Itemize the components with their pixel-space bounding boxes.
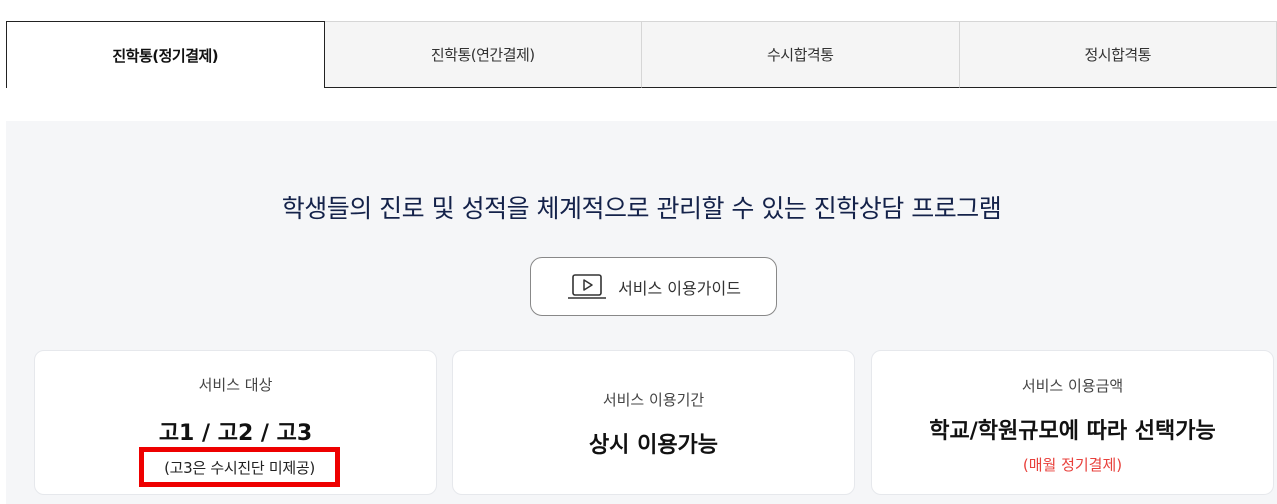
tab-annual-payment[interactable]: 진학통(연간결제) (324, 21, 642, 88)
grade3-note-highlight: (고3은 수시진단 미제공) (139, 447, 340, 487)
service-guide-label: 서비스 이용가이드 (618, 278, 741, 298)
service-period-label: 서비스 이용기간 (602, 391, 705, 409)
service-price-value: 학교/학원규모에 따라 선택가능 (929, 419, 1216, 444)
service-panel: 학생들의 진로 및 성적을 체계적으로 관리할 수 있는 진학상담 프로그램 서… (6, 121, 1277, 504)
service-price-card: 서비스 이용금액 학교/학원규모에 따라 선택가능 (매월 정기결제) (871, 350, 1274, 495)
service-target-value: 고1 / 고2 / 고3 (158, 421, 313, 446)
tab-susi-pass[interactable]: 수시합격통 (642, 21, 960, 88)
page-headline: 학생들의 진로 및 성적을 체계적으로 관리할 수 있는 진학상담 프로그램 (281, 194, 1002, 223)
tab-monthly-payment[interactable]: 진학통(정기결제) (6, 21, 325, 88)
service-price-label: 서비스 이용금액 (1021, 377, 1124, 395)
service-period-value: 상시 이용가능 (588, 433, 719, 458)
tab-bar: 진학통(정기결제) 진학통(연간결제) 수시합격통 정시합격통 (6, 21, 1277, 88)
monthly-payment-note: (매월 정기결제) (1022, 456, 1123, 474)
tab-jeongsi-pass[interactable]: 정시합격통 (959, 21, 1277, 88)
service-period-card: 서비스 이용기간 상시 이용가능 (452, 350, 855, 495)
service-target-label: 서비스 대상 (198, 376, 273, 394)
service-guide-button[interactable]: 서비스 이용가이드 (530, 257, 777, 316)
service-target-card: 서비스 대상 고1 / 고2 / 고3 (고3은 수시진단 미제공) (34, 350, 437, 495)
grade3-note: (고3은 수시진단 미제공) (164, 458, 315, 477)
video-play-icon (566, 273, 608, 301)
